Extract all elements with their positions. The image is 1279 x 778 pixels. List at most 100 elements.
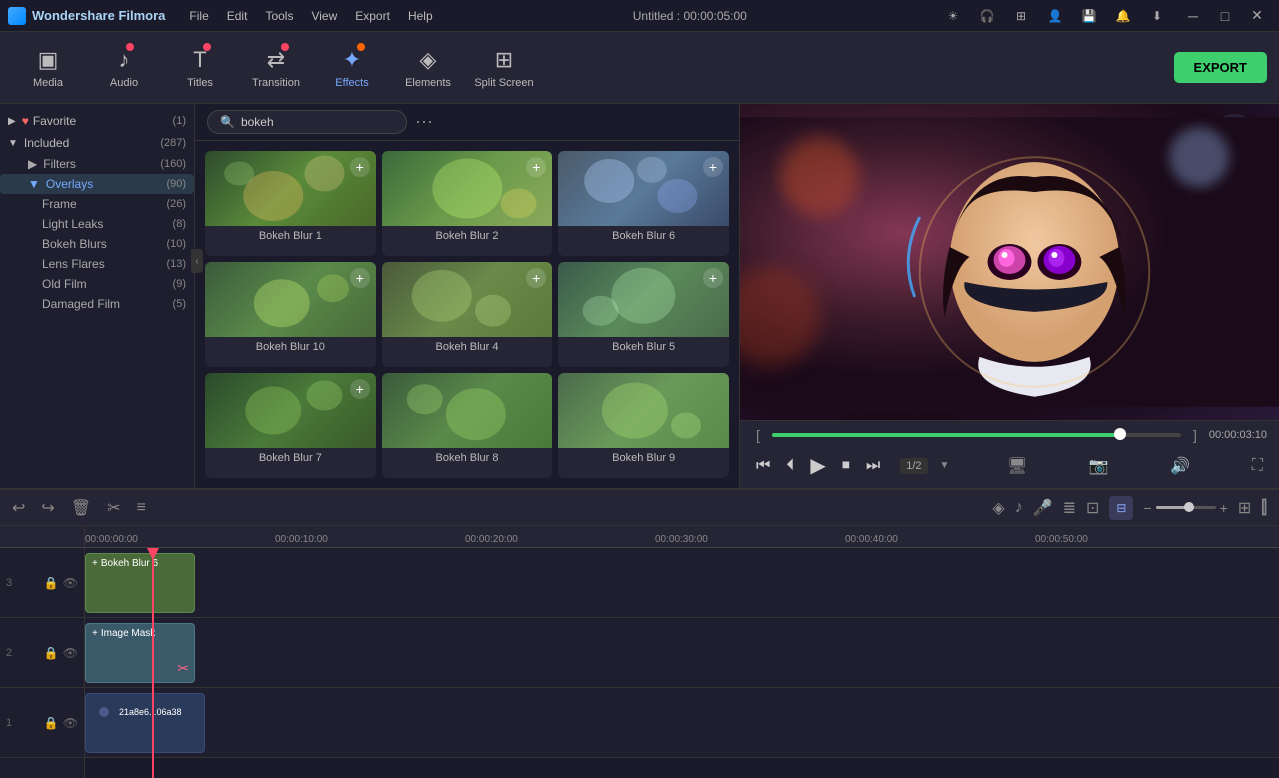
undo-button[interactable]: ↩ (12, 498, 25, 518)
delete-button[interactable]: 🗑 (71, 498, 91, 518)
menu-edit[interactable]: Edit (219, 6, 256, 26)
track-eye-3[interactable]: 👁 (63, 576, 78, 590)
redo-button[interactable]: ↪ (41, 498, 54, 518)
track-eye-2[interactable]: 👁 (63, 646, 78, 660)
tool-media[interactable]: ▣ Media (12, 37, 84, 99)
track-lock-1[interactable]: 🔒 (44, 716, 59, 730)
elements-icon[interactable]: ⊞ (1007, 2, 1035, 30)
step-fwd-button[interactable]: ⏭ (862, 453, 884, 479)
track-1: 21a8e6...06a38 (85, 688, 1279, 758)
track-icons-1: 🔒 👁 (44, 716, 78, 730)
menu-export[interactable]: Export (347, 6, 398, 26)
overlay-icon-tl[interactable]: ⊡ (1086, 498, 1099, 518)
logo-icon (8, 7, 26, 25)
zoom-slider[interactable] (1156, 506, 1216, 509)
effect-card-bokeh-blur-1[interactable]: + Bokeh Blur 1 (205, 151, 376, 256)
transition-icon-tl[interactable]: ◈ (992, 498, 1004, 518)
bracket-left-icon[interactable]: [ (752, 427, 764, 443)
scissors-button[interactable]: ✂ (107, 498, 120, 518)
effect-card-bokeh-blur-6[interactable]: + Bokeh Blur 6 (558, 151, 729, 256)
bracket-right-icon[interactable]: ] (1189, 427, 1201, 443)
menu-view[interactable]: View (303, 6, 345, 26)
minimize-button[interactable]: ─ (1179, 5, 1207, 27)
sidebar-item-light-leaks[interactable]: Light Leaks (8) (0, 214, 194, 234)
clip-video[interactable]: 21a8e6...06a38 (85, 693, 205, 753)
step-back-button[interactable]: ⏴ (782, 453, 798, 479)
fit-button[interactable]: ⊞ (1238, 498, 1251, 518)
effect-card-bokeh-blur-10[interactable]: + Bokeh Blur 10 (205, 262, 376, 367)
playhead[interactable] (152, 548, 154, 778)
sidebar-item-filters[interactable]: ▶ Filters (160) (0, 154, 194, 174)
settings-button[interactable]: ≡ (137, 499, 146, 517)
effect-card-bokeh-blur-5[interactable]: + Bokeh Blur 5 (558, 262, 729, 367)
sidebar-item-included[interactable]: ▼ Included (287) (0, 132, 194, 154)
add-effect-icon-6: + (703, 157, 723, 177)
tool-titles[interactable]: T Titles (164, 37, 236, 99)
track-lock-3[interactable]: 🔒 (44, 576, 59, 590)
captions-icon-tl[interactable]: ≣ (1063, 498, 1076, 518)
sidebar-item-favorite[interactable]: ▶ ♥ Favorite (1) (0, 110, 194, 132)
rewind-button[interactable]: ⏮ (752, 453, 774, 479)
tool-effects[interactable]: ✦ Effects (316, 37, 388, 99)
clip-plus-icon: + (92, 558, 98, 569)
stop-button[interactable]: ⏹ (838, 453, 854, 479)
menu-help[interactable]: Help (400, 6, 441, 26)
progress-bar[interactable] (772, 433, 1181, 437)
save-icon[interactable]: 💾 (1075, 2, 1103, 30)
tool-split-screen[interactable]: ⊞ Split Screen (468, 37, 540, 99)
sidebar-item-bokeh-blurs[interactable]: Bokeh Blurs (10) (0, 234, 194, 254)
close-button[interactable]: ✕ (1243, 5, 1271, 27)
export-button[interactable]: EXPORT (1174, 52, 1267, 83)
maximize-button[interactable]: □ (1211, 5, 1239, 27)
effect-card-bokeh-blur-9[interactable]: Bokeh Blur 9 (558, 373, 729, 478)
effect-card-bokeh-blur-4[interactable]: + Bokeh Blur 4 (382, 262, 553, 367)
grid-toggle-icon[interactable]: ⋯ (415, 112, 433, 133)
headphone-icon[interactable]: 🎧 (973, 2, 1001, 30)
fullscreen-icon[interactable]: ⛶ (1248, 453, 1267, 479)
effect-card-bokeh-blur-7[interactable]: + Bokeh Blur 7 (205, 373, 376, 478)
search-input[interactable] (241, 115, 394, 129)
play-button[interactable]: ▶ (806, 449, 829, 482)
clip-image-mask[interactable]: + Image Mask ✂ (85, 623, 195, 683)
volume-icon[interactable]: 🔊 (1166, 452, 1194, 480)
ruler-mark-4: 00:00:40:00 (845, 526, 898, 547)
sidebar-item-damaged-film[interactable]: Damaged Film (5) (0, 294, 194, 314)
add-effect-icon-10: + (350, 268, 370, 288)
sidebar-item-frame[interactable]: Frame (26) (0, 194, 194, 214)
tool-elements[interactable]: ◈ Elements (392, 37, 464, 99)
sun-icon[interactable]: ☀ (939, 2, 967, 30)
expand-button[interactable]: ⫿ (1261, 497, 1267, 518)
sidebar-item-lens-flares[interactable]: Lens Flares (13) (0, 254, 194, 274)
zoom-in-button[interactable]: + (1220, 500, 1228, 516)
search-box[interactable]: 🔍 (207, 110, 407, 134)
tool-audio[interactable]: ♪ Audio (88, 37, 160, 99)
menu-file[interactable]: File (181, 6, 216, 26)
track-lock-2[interactable]: 🔒 (44, 646, 59, 660)
sidebar-label-frame: Frame (42, 197, 166, 211)
download-icon[interactable]: ⬇ (1143, 2, 1171, 30)
track-eye-1[interactable]: 👁 (63, 716, 78, 730)
tool-transition[interactable]: ⇄ Transition (240, 37, 312, 99)
voice-icon-tl[interactable]: 🎤 (1033, 498, 1053, 518)
timeline-track-labels: 3 🔒 👁 2 🔒 👁 1 🔒 👁 (0, 526, 85, 778)
menu-tools[interactable]: Tools (257, 6, 301, 26)
sidebar-toggle[interactable]: ‹ (191, 249, 203, 273)
audio-icon-tl[interactable]: ♪ (1015, 499, 1023, 517)
sidebar-count-overlays: (90) (166, 178, 186, 190)
track-icons-3: 🔒 👁 (44, 576, 78, 590)
snap-button[interactable]: ⊟ (1109, 496, 1133, 520)
timeline-scroll-area[interactable]: 00:00:00:00 00:00:10:00 00:00:20:00 00:0… (85, 526, 1279, 778)
effect-card-bokeh-blur-8[interactable]: Bokeh Blur 8 (382, 373, 553, 478)
time-display: 00:00:03:10 (1209, 429, 1267, 441)
sidebar-item-old-film[interactable]: Old Film (9) (0, 274, 194, 294)
sidebar-item-overlays[interactable]: ▼ Overlays (90) (0, 174, 194, 194)
monitor-icon[interactable]: 🖥 (1003, 452, 1031, 480)
elements-icon: ◈ (420, 47, 437, 73)
clip-bokeh-blur-6[interactable]: + Bokeh Blur 6 (85, 553, 195, 613)
effect-card-bokeh-blur-2[interactable]: + Bokeh Blur 2 (382, 151, 553, 256)
zoom-out-button[interactable]: − (1143, 500, 1151, 516)
profile-icon[interactable]: 👤 (1041, 2, 1069, 30)
sidebar-label-filters: Filters (43, 157, 160, 171)
screenshot-icon[interactable]: 📷 (1085, 452, 1113, 480)
bell-icon[interactable]: 🔔 (1109, 2, 1137, 30)
